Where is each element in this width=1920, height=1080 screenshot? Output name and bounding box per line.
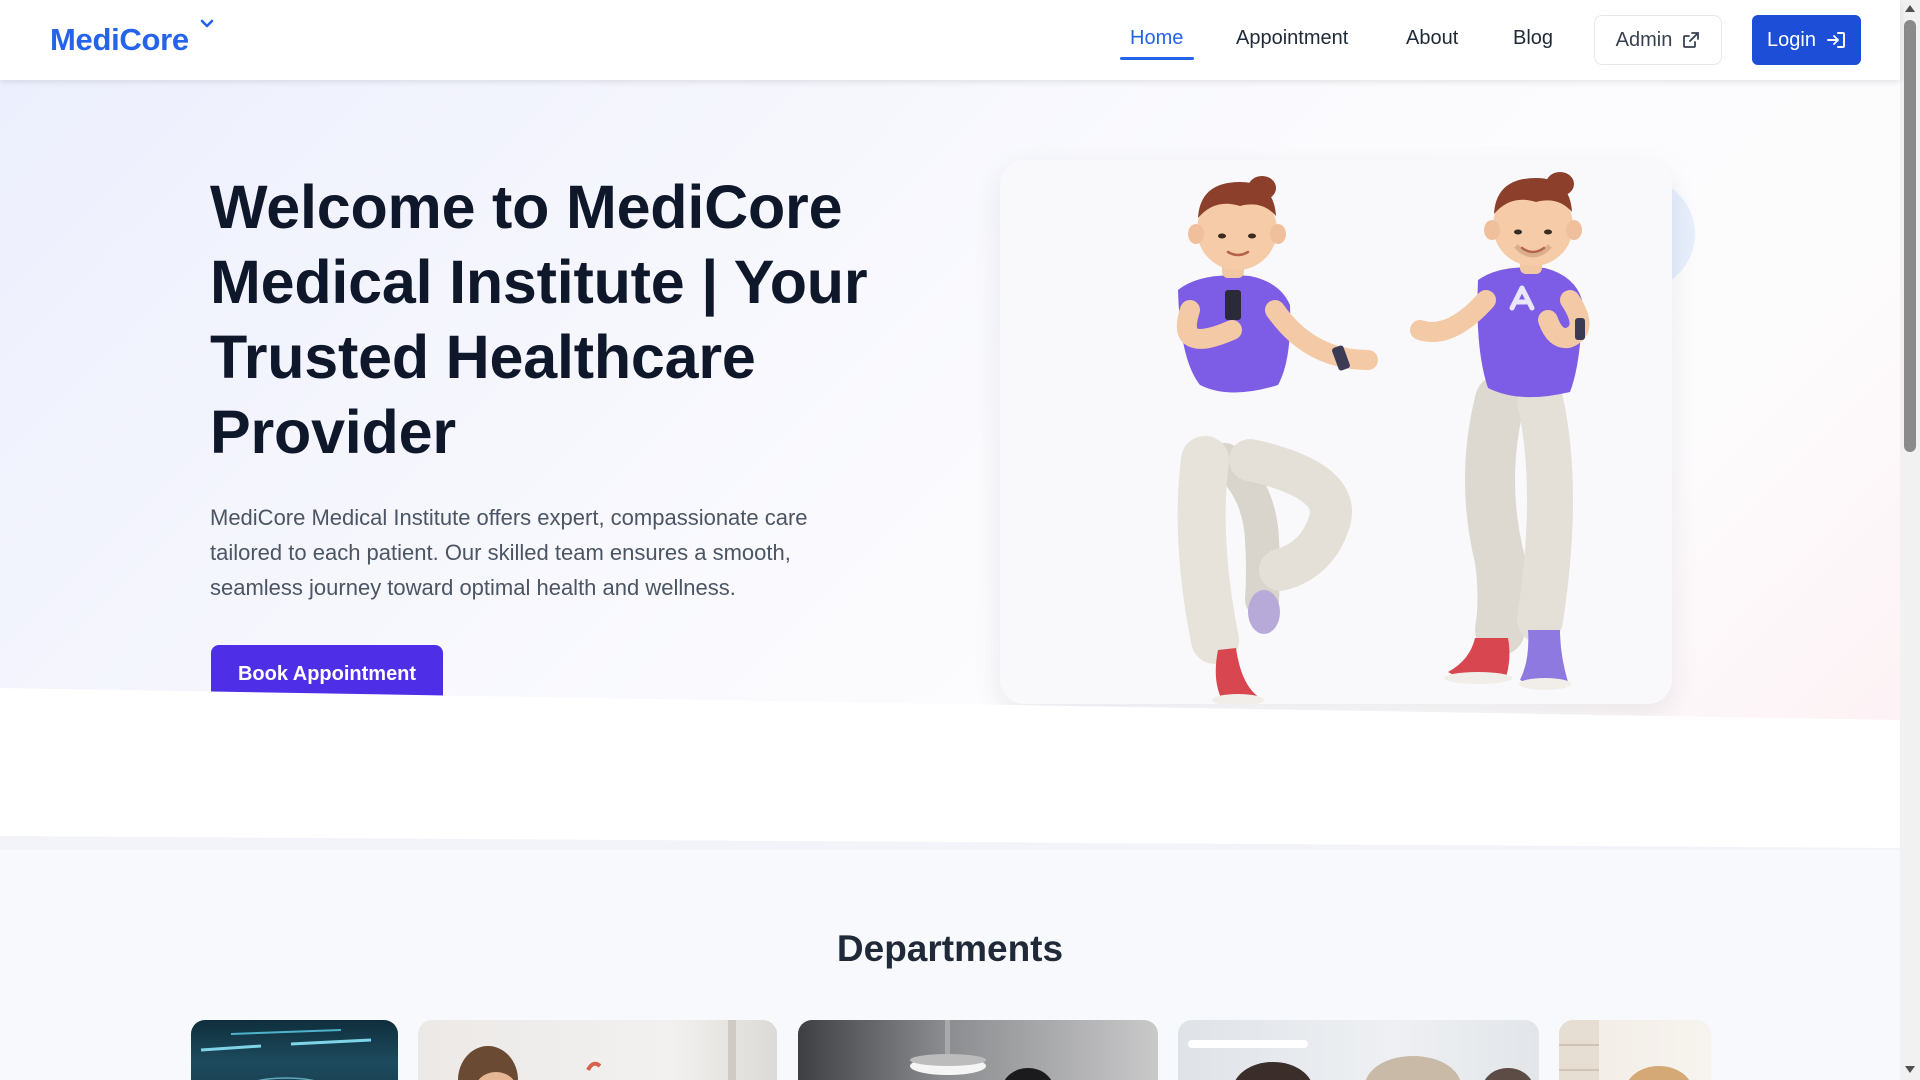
chevron-down-icon[interactable] xyxy=(198,16,216,30)
department-image xyxy=(200,1029,372,1080)
department-card[interactable] xyxy=(1559,1020,1711,1080)
department-image xyxy=(1188,1040,1532,1080)
login-arrow-icon xyxy=(1827,32,1845,48)
department-card[interactable] xyxy=(418,1020,777,1080)
navbar: MediCore Home Appointment About Blog Adm… xyxy=(0,0,1900,80)
external-link-icon xyxy=(1683,32,1700,48)
login-button[interactable]: Login xyxy=(1752,15,1861,65)
nav-active-indicator xyxy=(1120,57,1194,60)
nav-appointment-link[interactable]: Appointment xyxy=(1236,27,1348,50)
brand-logo[interactable]: MediCore xyxy=(50,22,189,58)
department-card[interactable] xyxy=(798,1020,1158,1080)
nav-about-link[interactable]: About xyxy=(1406,27,1458,50)
department-image xyxy=(1559,1020,1690,1080)
department-card[interactable] xyxy=(191,1020,398,1080)
nav-blog-link[interactable]: Blog xyxy=(1513,27,1553,50)
department-image xyxy=(910,1020,1052,1080)
nav-home-link[interactable]: Home xyxy=(1130,27,1183,50)
scroll-down-arrow-icon[interactable] xyxy=(1905,1066,1915,1073)
scroll-up-arrow-icon[interactable] xyxy=(1905,5,1915,12)
hero-section: Welcome to MediCore Medical Institute | … xyxy=(0,80,1900,730)
section-spacer xyxy=(0,730,1900,848)
login-button-label: Login xyxy=(1767,28,1816,51)
page-scrollbar[interactable] xyxy=(1900,0,1920,1080)
admin-button[interactable]: Admin xyxy=(1594,15,1722,65)
departments-title: Departments xyxy=(836,928,1064,969)
department-card[interactable] xyxy=(1178,1020,1539,1080)
department-image xyxy=(458,1020,736,1080)
scrollbar-thumb[interactable] xyxy=(1904,20,1916,452)
departments-top-edge xyxy=(0,836,1900,850)
hero-bottom-wave xyxy=(0,688,1900,730)
admin-button-label: Admin xyxy=(1615,28,1673,51)
